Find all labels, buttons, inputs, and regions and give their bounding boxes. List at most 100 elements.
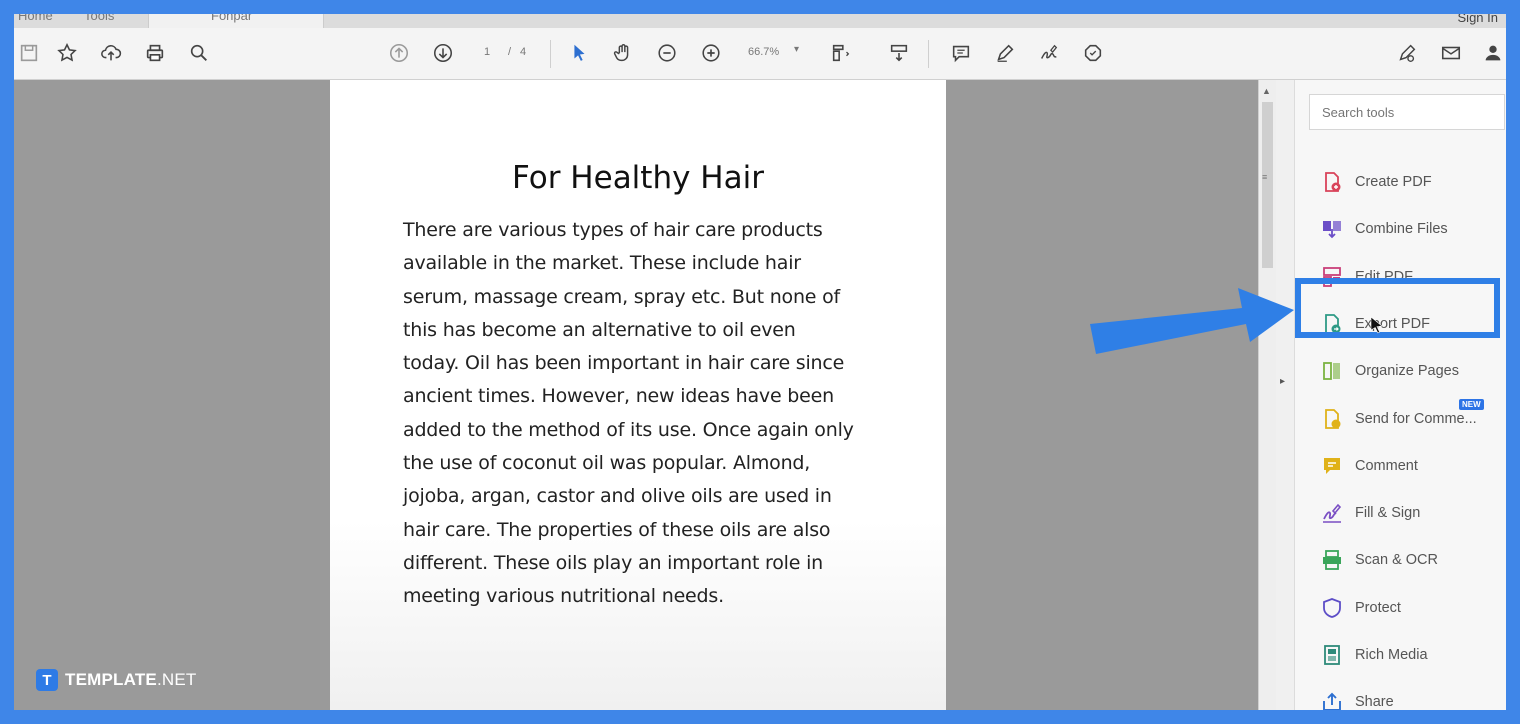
document-line: ancient times. However, new ideas have b…: [403, 385, 834, 408]
tab-bar-right: Sign In: [1386, 14, 1506, 25]
chevron-down-icon: ▾: [794, 44, 800, 55]
document-line: meeting various nutritional needs.: [403, 585, 724, 608]
tool-label: Combine Files: [1355, 221, 1448, 238]
page-current: 1: [484, 46, 491, 58]
mail-icon[interactable]: [1438, 40, 1464, 66]
save-icon[interactable]: [16, 40, 42, 66]
document-line: the use of coconut oil was popular. Almo…: [403, 452, 811, 475]
document-line: this has become an alternative to oil ev…: [403, 318, 796, 341]
logo-suffix: .NET: [156, 670, 197, 689]
zoom-out-icon[interactable]: [654, 40, 680, 66]
hand-icon[interactable]: [610, 40, 636, 66]
template-logo-text: TEMPLATE.NET: [65, 670, 196, 690]
zoom-search-icon[interactable]: [186, 40, 212, 66]
pen-icon[interactable]: [992, 40, 1018, 66]
acrobat-window: Home Tools Fonpar Sign In 1 / 4 66.7% ▾ …: [14, 14, 1506, 710]
tool-item-scan-ocr[interactable]: Scan & OCR: [1305, 540, 1505, 580]
tool-label: Comment: [1355, 457, 1418, 474]
combine-files-icon: [1319, 216, 1345, 242]
new-badge: NEW: [1459, 398, 1484, 410]
toolbar-divider: [928, 40, 929, 68]
document-viewport[interactable]: For Healthy Hair There are various types…: [14, 80, 1258, 710]
document-line: available in the market. These include h…: [403, 252, 801, 275]
tab-tools[interactable]: Tools: [84, 14, 114, 23]
tool-label: Fill & Sign: [1355, 505, 1421, 522]
tools-pane: Create PDFCombine FilesEdit PDFExport PD…: [1294, 80, 1506, 710]
export-pdf-highlight: [1295, 278, 1500, 338]
sign-icon[interactable]: [1036, 40, 1062, 66]
page-number-field[interactable]: 1 / 4: [474, 42, 546, 64]
fill-sign-icon: [1319, 500, 1345, 526]
zoom-in-icon[interactable]: [698, 40, 724, 66]
document-line: today. Oil has been important in hair ca…: [403, 352, 845, 375]
tool-item-protect[interactable]: Protect: [1305, 588, 1505, 628]
stamp-icon[interactable]: [1080, 40, 1106, 66]
tool-label: Create PDF: [1355, 174, 1432, 190]
sign-in-link[interactable]: Sign In: [1458, 14, 1498, 25]
vertical-scrollbar[interactable]: ▲ ≡: [1258, 80, 1276, 710]
tool-item-share[interactable]: Share: [1305, 682, 1505, 710]
organize-pages-icon: [1319, 358, 1345, 384]
toolbar: 1 / 4 66.7% ▾: [14, 28, 1506, 80]
tool-label: Organize Pages: [1355, 363, 1459, 380]
create-pdf-icon: [1319, 169, 1345, 195]
tab-home[interactable]: Home: [18, 14, 53, 23]
document-line: hair care. The properties of these oils …: [403, 518, 831, 541]
document-line: There are various types of hair care pro…: [403, 219, 823, 241]
tool-label: Protect: [1355, 599, 1401, 616]
document-title: For Healthy Hair: [512, 160, 764, 196]
collapse-arrow-icon[interactable]: ▸: [1280, 376, 1285, 387]
scroll-thumb[interactable]: [1262, 102, 1273, 268]
document-line: serum, massage cream, spray etc. But non…: [403, 285, 841, 308]
user-icon[interactable]: [1480, 40, 1506, 66]
tool-item-send-for-comme[interactable]: Send for Comme... NEW: [1305, 398, 1505, 439]
template-logo-mark: T: [36, 669, 58, 691]
tool-item-rich-media[interactable]: Rich Media: [1305, 635, 1505, 675]
search-tools-input[interactable]: [1309, 94, 1505, 130]
tab-document-label: Fonpar: [211, 14, 253, 23]
protect-icon: [1319, 595, 1345, 621]
page-total: 4: [520, 46, 527, 58]
scroll-up-icon[interactable]: ▲: [1262, 86, 1271, 96]
star-icon[interactable]: [54, 40, 80, 66]
tab-document[interactable]: Fonpar: [148, 14, 324, 28]
next-page-icon[interactable]: [430, 40, 456, 66]
tool-item-fill-sign[interactable]: Fill & Sign: [1305, 493, 1505, 533]
scroll-mode-icon[interactable]: [886, 40, 912, 66]
tool-item-comment[interactable]: Comment: [1305, 446, 1505, 486]
tool-item-combine-files[interactable]: Combine Files: [1305, 209, 1505, 249]
comment-icon[interactable]: [948, 40, 974, 66]
tool-item-create-pdf[interactable]: Create PDF: [1305, 162, 1505, 202]
pdf-page: For Healthy Hair There are various types…: [330, 80, 946, 710]
scan-ocr-icon: [1319, 547, 1345, 573]
help-icon[interactable]: [1386, 14, 1404, 22]
zoom-value: 66.7%: [748, 46, 780, 58]
share-link-icon[interactable]: [1394, 40, 1420, 66]
tab-bar: Home Tools Fonpar Sign In: [14, 14, 1506, 28]
prev-page-icon[interactable]: [386, 40, 412, 66]
notifications-icon[interactable]: [1422, 14, 1440, 22]
tool-item-organize-pages[interactable]: Organize Pages: [1305, 351, 1505, 391]
comment-tool-icon: [1319, 453, 1345, 479]
share-icon: [1319, 689, 1345, 710]
toolbar-divider: [550, 40, 551, 68]
tool-label: Scan & OCR: [1355, 552, 1438, 569]
print-icon[interactable]: [142, 40, 168, 66]
logo-brand: TEMPLATE: [65, 670, 157, 689]
fit-page-icon[interactable]: [828, 40, 854, 66]
select-pointer-icon[interactable]: [566, 40, 592, 66]
pane-collapse-strip[interactable]: ▸: [1276, 80, 1294, 710]
zoom-select[interactable]: 66.7% ▾: [742, 42, 806, 64]
send-comment-icon: [1319, 406, 1345, 432]
tool-label: Share: [1355, 694, 1394, 710]
rich-media-icon: [1319, 642, 1345, 668]
document-line: jojoba, argan, castor and olive oils are…: [403, 485, 832, 508]
page-separator: /: [508, 46, 512, 58]
upload-icon[interactable]: [98, 40, 124, 66]
mouse-cursor-icon: [1370, 316, 1383, 334]
document-line: different. These oils play an important …: [403, 551, 823, 574]
tool-label: Rich Media: [1355, 647, 1428, 663]
template-net-logo: T TEMPLATE.NET: [36, 668, 196, 692]
document-body: There are various types of hair care pro…: [403, 214, 923, 614]
pointer-arrow-icon: [1090, 288, 1294, 354]
